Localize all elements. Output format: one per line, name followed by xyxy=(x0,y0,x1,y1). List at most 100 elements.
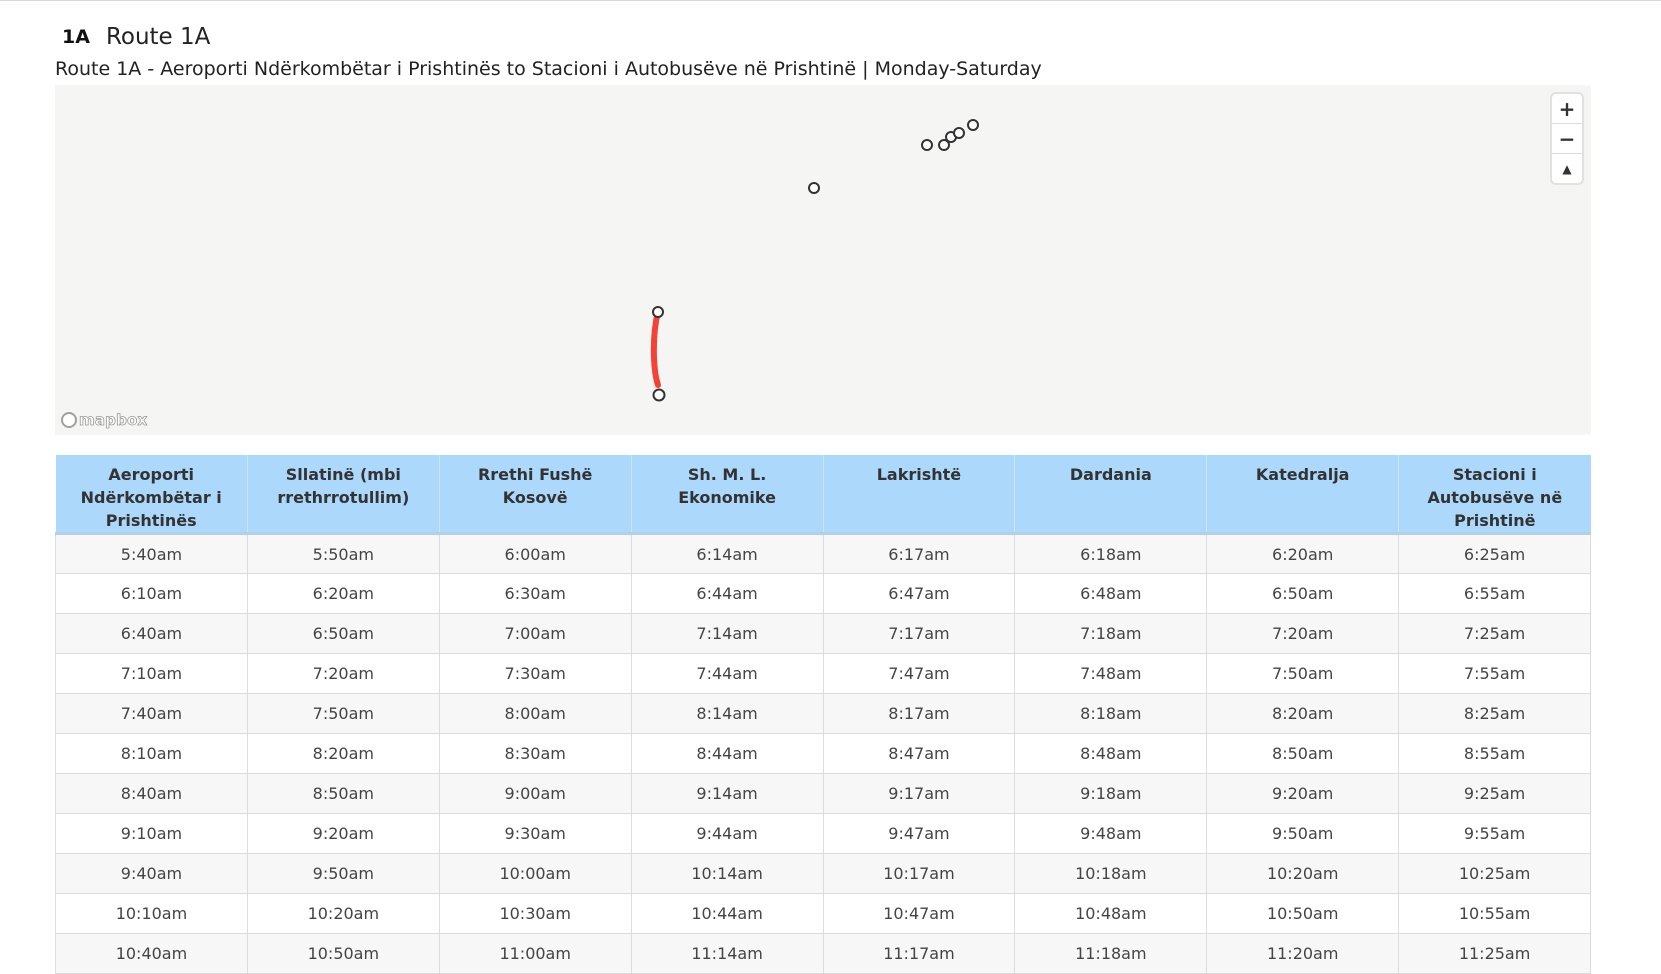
time-cell: 10:40am xyxy=(55,933,248,974)
time-cell: 10:17am xyxy=(822,853,1016,894)
time-cell: 10:50am xyxy=(246,933,440,974)
time-cell: 5:40am xyxy=(55,533,248,574)
zoom-out-button[interactable]: − xyxy=(1552,123,1582,153)
time-cell: 7:47am xyxy=(822,653,1016,694)
time-cell: 11:17am xyxy=(822,933,1016,974)
mapbox-logo-text: mapbox xyxy=(79,411,148,430)
zoom-in-button[interactable]: + xyxy=(1552,94,1582,123)
column-header: Sllatinë (mbi rrethrrotullim) xyxy=(247,455,440,534)
time-cell: 7:48am xyxy=(1014,653,1208,694)
time-cell: 6:50am xyxy=(1206,573,1400,614)
time-cell: 6:55am xyxy=(1398,573,1591,614)
time-cell: 9:18am xyxy=(1014,773,1208,814)
time-cell: 10:14am xyxy=(630,853,824,894)
time-cell: 11:25am xyxy=(1398,933,1591,974)
column-header: Rrethi Fushë Kosovë xyxy=(439,455,632,534)
time-cell: 9:44am xyxy=(630,813,824,854)
time-cell: 9:14am xyxy=(630,773,824,814)
route-description: Route 1A - Aeroporti Ndërkombëtar i Pris… xyxy=(55,58,1042,80)
stop-marker-katedralja[interactable] xyxy=(953,127,965,139)
stop-marker-ekonomike[interactable] xyxy=(921,139,933,151)
time-cell: 6:20am xyxy=(246,573,440,614)
compass-icon: ▲ xyxy=(1562,161,1572,176)
time-cell: 10:44am xyxy=(630,893,824,934)
stop-marker-sllatine[interactable] xyxy=(652,306,664,318)
time-cell: 8:40am xyxy=(55,773,248,814)
time-cell: 8:50am xyxy=(1206,733,1400,774)
time-cell: 6:20am xyxy=(1206,533,1400,574)
time-cell: 9:20am xyxy=(1206,773,1400,814)
time-cell: 10:00am xyxy=(438,853,632,894)
route-header: 1A Route 1A xyxy=(62,22,210,52)
table-row: 8:40am 8:50am 9:00am 9:14am 9:17am 9:18am 9:20… xyxy=(55,773,1591,814)
time-cell: 9:55am xyxy=(1398,813,1591,854)
time-cell: 10:30am xyxy=(438,893,632,934)
time-cell: 9:25am xyxy=(1398,773,1591,814)
time-cell: 8:17am xyxy=(822,693,1016,734)
time-cell: 8:47am xyxy=(822,733,1016,774)
time-cell: 7:10am xyxy=(55,653,248,694)
time-cell: 7:30am xyxy=(438,653,632,694)
route-map[interactable]: + − ▲ mapbox xyxy=(55,85,1591,435)
time-cell: 10:48am xyxy=(1014,893,1208,934)
time-cell: 6:25am xyxy=(1398,533,1591,574)
time-cell: 9:40am xyxy=(55,853,248,894)
stop-marker-stacioni[interactable] xyxy=(967,119,979,131)
time-cell: 7:20am xyxy=(246,653,440,694)
table-row: 10:10am 10:20am 10:30am 10:44am 10:47am 10:48… xyxy=(55,893,1591,934)
column-header: Lakrishtë xyxy=(823,455,1016,534)
time-cell: 11:20am xyxy=(1206,933,1400,974)
time-cell: 7:25am xyxy=(1398,613,1591,654)
time-cell: 6:40am xyxy=(55,613,248,654)
time-cell: 9:20am xyxy=(246,813,440,854)
time-cell: 8:30am xyxy=(438,733,632,774)
time-cell: 5:50am xyxy=(246,533,440,574)
time-cell: 8:14am xyxy=(630,693,824,734)
table-row: 7:40am 7:50am 8:00am 8:14am 8:17am 8:18am 8:20… xyxy=(55,693,1591,734)
time-cell: 9:47am xyxy=(822,813,1016,854)
route-title: Route 1A xyxy=(105,24,211,50)
timetable-body: 5:40am 5:50am 6:00am 6:14am 6:17am 6:18am 6:20… xyxy=(55,533,1591,974)
time-cell: 8:10am xyxy=(55,733,248,774)
time-cell: 10:25am xyxy=(1398,853,1591,894)
map-navigation-control: + − ▲ xyxy=(1552,94,1582,183)
time-cell: 10:18am xyxy=(1014,853,1208,894)
time-cell: 7:20am xyxy=(1206,613,1400,654)
mapbox-logo-icon xyxy=(61,412,77,428)
time-cell: 6:10am xyxy=(55,573,248,614)
time-cell: 11:18am xyxy=(1014,933,1208,974)
stop-marker-fushe-kosove[interactable] xyxy=(808,182,820,194)
time-cell: 6:47am xyxy=(822,573,1016,614)
time-cell: 9:48am xyxy=(1014,813,1208,854)
table-row: 7:10am 7:20am 7:30am 7:44am 7:47am 7:48am 7:50… xyxy=(55,653,1591,694)
time-cell: 6:00am xyxy=(438,533,632,574)
time-cell: 8:44am xyxy=(630,733,824,774)
time-cell: 10:20am xyxy=(246,893,440,934)
time-cell: 8:25am xyxy=(1398,693,1591,734)
time-cell: 8:55am xyxy=(1398,733,1591,774)
compass-button[interactable]: ▲ xyxy=(1552,153,1582,183)
table-row: 6:10am 6:20am 6:30am 6:44am 6:47am 6:48am 6:50… xyxy=(55,573,1591,614)
timetable: Aeroporti Ndërkombëtar i Prishtinës Sllat… xyxy=(55,455,1591,974)
column-header: Sh. M. L. Ekonomike xyxy=(631,455,824,534)
time-cell: 7:50am xyxy=(246,693,440,734)
time-cell: 9:00am xyxy=(438,773,632,814)
time-cell: 9:50am xyxy=(246,853,440,894)
time-cell: 6:17am xyxy=(822,533,1016,574)
time-cell: 7:14am xyxy=(630,613,824,654)
table-row: 9:10am 9:20am 9:30am 9:44am 9:47am 9:48am 9:50… xyxy=(55,813,1591,854)
time-cell: 9:30am xyxy=(438,813,632,854)
mapbox-logo[interactable]: mapbox xyxy=(61,411,148,430)
time-cell: 6:18am xyxy=(1014,533,1208,574)
map-canvas[interactable] xyxy=(55,85,1591,435)
time-cell: 8:48am xyxy=(1014,733,1208,774)
time-cell: 10:10am xyxy=(55,893,248,934)
time-cell: 10:47am xyxy=(822,893,1016,934)
time-cell: 7:44am xyxy=(630,653,824,694)
table-row: 8:10am 8:20am 8:30am 8:44am 8:47am 8:48am 8:50… xyxy=(55,733,1591,774)
stop-marker-airport[interactable] xyxy=(652,388,666,402)
time-cell: 8:20am xyxy=(246,733,440,774)
time-cell: 8:20am xyxy=(1206,693,1400,734)
time-cell: 9:50am xyxy=(1206,813,1400,854)
time-cell: 8:18am xyxy=(1014,693,1208,734)
